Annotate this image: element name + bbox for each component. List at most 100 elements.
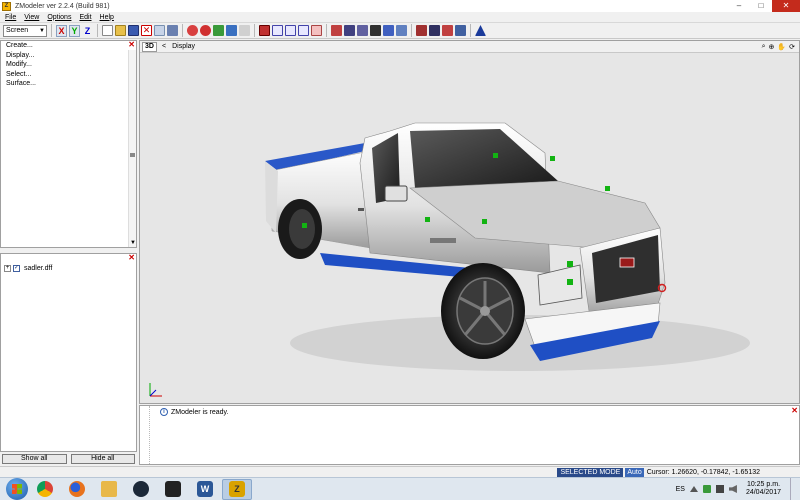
screen-select[interactable]: Screen ▼ — [3, 24, 47, 37]
volume-icon[interactable] — [728, 485, 737, 493]
clock-time: 10:25 p.m. — [746, 481, 781, 488]
stop-icon[interactable] — [200, 25, 211, 36]
door-handle — [358, 208, 364, 211]
visibility-checkbox[interactable]: ✓ — [13, 265, 20, 272]
axis-z-toggle[interactable]: Z — [82, 25, 93, 37]
scroll-down-icon[interactable]: ▼ — [130, 240, 136, 246]
toolbar-separator — [51, 24, 52, 37]
toolbar-separator — [97, 24, 98, 37]
bed-tailgate — [265, 161, 278, 233]
command-select[interactable]: Select... — [1, 70, 136, 80]
commands-scrollbar[interactable]: ▼ — [128, 50, 136, 247]
show-all-button[interactable]: Show all — [2, 454, 67, 464]
scale-icon[interactable] — [344, 25, 355, 36]
close-icon[interactable]: ✕ — [128, 254, 135, 262]
link-icon[interactable] — [396, 25, 407, 36]
redo-icon[interactable] — [239, 25, 250, 36]
hide-all-button[interactable]: Hide all — [70, 454, 135, 464]
viewport-mode-badge[interactable]: 3D — [142, 41, 157, 52]
select-box-icon[interactable] — [298, 25, 309, 36]
toolbar-separator — [326, 24, 327, 37]
open-folder-icon[interactable] — [115, 25, 126, 36]
rotate-icon[interactable]: ⟳ — [789, 43, 795, 51]
taskbar-steam[interactable] — [126, 479, 156, 500]
new-file-icon[interactable] — [102, 25, 113, 36]
chrome-icon — [37, 481, 53, 497]
render-icon[interactable] — [167, 25, 178, 36]
menu-options[interactable]: Options — [47, 14, 71, 21]
auto-toggle[interactable]: Auto — [625, 467, 644, 477]
scene-tree-panel: ✕ + ✓ sadler.dff — [0, 253, 137, 452]
close-icon[interactable]: ✕ — [791, 407, 798, 415]
hand-icon[interactable]: ✋ — [777, 43, 786, 51]
record-icon[interactable] — [187, 25, 198, 36]
select-object-icon[interactable] — [285, 25, 296, 36]
taskbar-chrome[interactable] — [30, 479, 60, 500]
axis-y-toggle[interactable]: Y — [69, 24, 80, 37]
paint-icon[interactable] — [416, 25, 427, 36]
select-vertex-icon[interactable] — [259, 25, 270, 36]
language-indicator[interactable]: ES — [676, 486, 685, 493]
undo-icon[interactable] — [226, 25, 237, 36]
scene-node[interactable]: + ✓ sadler.dff — [4, 265, 52, 272]
properties-icon[interactable] — [154, 25, 165, 36]
figure-icon[interactable] — [370, 25, 381, 36]
axis-icon[interactable] — [455, 25, 466, 36]
close-button[interactable]: ✕ — [772, 0, 800, 12]
nvidia-icon[interactable] — [702, 485, 711, 493]
minimize-button[interactable]: – — [728, 0, 750, 12]
side-mirror — [384, 185, 408, 202]
menu-file[interactable]: File — [5, 14, 16, 21]
taskbar-clock[interactable]: 10:25 p.m. 24/04/2017 — [746, 481, 781, 497]
rotate-icon[interactable] — [357, 25, 368, 36]
command-create[interactable]: Create... — [1, 41, 136, 51]
show-desktop-button[interactable] — [790, 478, 796, 500]
menu-view[interactable]: View — [24, 14, 39, 21]
command-surface[interactable]: Surface... — [1, 79, 136, 89]
truck-model[interactable] — [140, 53, 799, 403]
taskbar-zmodeler[interactable]: Z — [222, 478, 252, 500]
delete-icon[interactable]: ✕ — [141, 25, 152, 36]
axis-gizmo — [149, 383, 162, 397]
3d-viewport[interactable]: 3D < Display ⌕ ⊕ ✋ ⟳ — [139, 40, 800, 404]
toolbar-separator — [182, 24, 183, 37]
menu-help[interactable]: Help — [100, 14, 114, 21]
firefox-icon — [69, 481, 85, 497]
window-title: ZModeler ver 2.2.4 (Build 981) — [15, 2, 110, 10]
command-modify[interactable]: Modify... — [1, 60, 136, 70]
start-button[interactable] — [6, 478, 28, 500]
cross-icon[interactable] — [442, 25, 453, 36]
magnifier-icon[interactable]: ⌕ — [762, 43, 766, 51]
pointer-icon[interactable] — [429, 25, 440, 36]
taskbar-bethesda[interactable] — [158, 479, 188, 500]
scene-node-label: sadler.dff — [24, 265, 53, 272]
pyramid-icon[interactable] — [475, 25, 486, 36]
nav-back-icon[interactable]: < — [162, 43, 166, 50]
rear-rim — [289, 209, 315, 249]
zoom-icon[interactable]: ⊕ — [769, 43, 775, 51]
select-all-icon[interactable] — [311, 25, 322, 36]
taskbar-explorer[interactable] — [94, 479, 124, 500]
axis-x-toggle[interactable]: X — [56, 24, 67, 37]
scroll-thumb[interactable] — [130, 153, 135, 157]
expand-icon[interactable]: + — [4, 265, 11, 272]
network-icon[interactable] — [715, 485, 724, 493]
log-tree-lines — [144, 406, 150, 464]
fender-badge — [430, 238, 456, 243]
commands-panel: ✕ Create... Display... Modify... Select.… — [0, 40, 137, 248]
move-icon[interactable] — [331, 25, 342, 36]
taskbar-firefox[interactable] — [62, 479, 92, 500]
show-hidden-icons-icon[interactable] — [689, 486, 698, 492]
hierarchy-icon[interactable] — [383, 25, 394, 36]
maximize-button[interactable]: □ — [750, 0, 772, 12]
toolbar-separator — [254, 24, 255, 37]
save-icon[interactable] — [128, 25, 139, 36]
close-icon[interactable]: ✕ — [128, 41, 135, 49]
select-face-icon[interactable] — [272, 25, 283, 36]
play-icon[interactable] — [213, 25, 224, 36]
steam-icon — [133, 481, 149, 497]
info-icon: i — [160, 408, 168, 416]
taskbar-word[interactable]: W — [190, 479, 220, 500]
command-display[interactable]: Display... — [1, 51, 136, 61]
menu-edit[interactable]: Edit — [79, 14, 91, 21]
